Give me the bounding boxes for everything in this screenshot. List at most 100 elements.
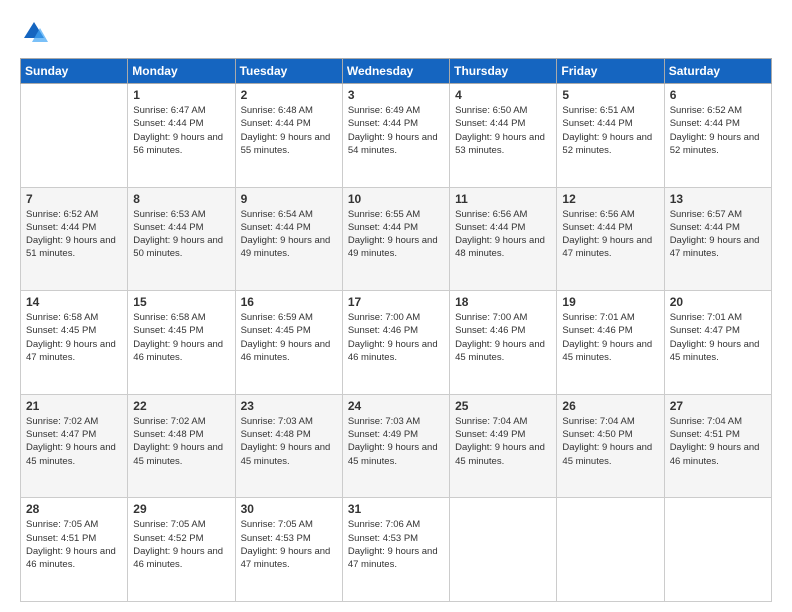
calendar-cell: 4 Sunrise: 6:50 AMSunset: 4:44 PMDaylight…: [450, 84, 557, 188]
day-info: Sunrise: 7:04 AMSunset: 4:49 PMDaylight:…: [455, 416, 545, 467]
day-info: Sunrise: 6:59 AMSunset: 4:45 PMDaylight:…: [241, 312, 331, 363]
day-info: Sunrise: 6:53 AMSunset: 4:44 PMDaylight:…: [133, 209, 223, 260]
calendar-cell: 29 Sunrise: 7:05 AMSunset: 4:52 PMDayligh…: [128, 498, 235, 602]
day-info: Sunrise: 6:52 AMSunset: 4:44 PMDaylight:…: [26, 209, 116, 260]
calendar-cell: 6 Sunrise: 6:52 AMSunset: 4:44 PMDaylight…: [664, 84, 771, 188]
calendar-cell: 25Sunrise: 7:04 AMSunset: 4:49 PMDayligh…: [450, 394, 557, 498]
calendar-cell: 17 Sunrise: 7:00 AMSunset: 4:46 PMDayligh…: [342, 291, 449, 395]
calendar-cell: [450, 498, 557, 602]
day-info: Sunrise: 7:02 AMSunset: 4:48 PMDaylight:…: [133, 416, 223, 467]
week-row-4: 21Sunrise: 7:02 AMSunset: 4:47 PMDayligh…: [21, 394, 772, 498]
day-info: Sunrise: 7:00 AMSunset: 4:46 PMDaylight:…: [348, 312, 438, 363]
calendar-cell: 13 Sunrise: 6:57 AMSunset: 4:44 PMDayligh…: [664, 187, 771, 291]
calendar-cell: 30 Sunrise: 7:05 AMSunset: 4:53 PMDayligh…: [235, 498, 342, 602]
week-row-5: 28Sunrise: 7:05 AMSunset: 4:51 PMDayligh…: [21, 498, 772, 602]
day-number: 3: [348, 88, 444, 102]
day-number: 17: [348, 295, 444, 309]
day-number: 9: [241, 192, 337, 206]
calendar-cell: [664, 498, 771, 602]
day-info: Sunrise: 6:57 AMSunset: 4:44 PMDaylight:…: [670, 209, 760, 260]
calendar-cell: 5 Sunrise: 6:51 AMSunset: 4:44 PMDaylight…: [557, 84, 664, 188]
day-number: 16: [241, 295, 337, 309]
calendar-cell: 24 Sunrise: 7:03 AMSunset: 4:49 PMDayligh…: [342, 394, 449, 498]
day-info: Sunrise: 6:52 AMSunset: 4:44 PMDaylight:…: [670, 105, 760, 156]
calendar-cell: 1 Sunrise: 6:47 AMSunset: 4:44 PMDaylight…: [128, 84, 235, 188]
day-number: 6: [670, 88, 766, 102]
day-number: 27: [670, 399, 766, 413]
calendar-cell: 7 Sunrise: 6:52 AMSunset: 4:44 PMDaylight…: [21, 187, 128, 291]
day-info: Sunrise: 6:56 AMSunset: 4:44 PMDaylight:…: [455, 209, 545, 260]
day-info: Sunrise: 7:04 AMSunset: 4:50 PMDaylight:…: [562, 416, 652, 467]
day-info: Sunrise: 6:55 AMSunset: 4:44 PMDaylight:…: [348, 209, 438, 260]
day-number: 1: [133, 88, 229, 102]
calendar-cell: 11 Sunrise: 6:56 AMSunset: 4:44 PMDayligh…: [450, 187, 557, 291]
day-info: Sunrise: 6:54 AMSunset: 4:44 PMDaylight:…: [241, 209, 331, 260]
calendar-cell: [557, 498, 664, 602]
day-info: Sunrise: 6:58 AMSunset: 4:45 PMDaylight:…: [133, 312, 223, 363]
week-row-2: 7 Sunrise: 6:52 AMSunset: 4:44 PMDaylight…: [21, 187, 772, 291]
day-info: Sunrise: 7:03 AMSunset: 4:48 PMDaylight:…: [241, 416, 331, 467]
calendar-cell: 8Sunrise: 6:53 AMSunset: 4:44 PMDaylight…: [128, 187, 235, 291]
day-number: 26: [562, 399, 658, 413]
calendar-cell: 21Sunrise: 7:02 AMSunset: 4:47 PMDayligh…: [21, 394, 128, 498]
calendar-cell: 14Sunrise: 6:58 AMSunset: 4:45 PMDayligh…: [21, 291, 128, 395]
day-info: Sunrise: 7:00 AMSunset: 4:46 PMDaylight:…: [455, 312, 545, 363]
day-number: 4: [455, 88, 551, 102]
day-number: 23: [241, 399, 337, 413]
calendar-cell: 27 Sunrise: 7:04 AMSunset: 4:51 PMDayligh…: [664, 394, 771, 498]
day-number: 20: [670, 295, 766, 309]
day-number: 5: [562, 88, 658, 102]
day-info: Sunrise: 6:49 AMSunset: 4:44 PMDaylight:…: [348, 105, 438, 156]
day-info: Sunrise: 6:47 AMSunset: 4:44 PMDaylight:…: [133, 105, 223, 156]
calendar-cell: 3 Sunrise: 6:49 AMSunset: 4:44 PMDaylight…: [342, 84, 449, 188]
calendar-cell: 9 Sunrise: 6:54 AMSunset: 4:44 PMDaylight…: [235, 187, 342, 291]
header: [20, 18, 772, 46]
day-info: Sunrise: 7:04 AMSunset: 4:51 PMDaylight:…: [670, 416, 760, 467]
day-info: Sunrise: 6:48 AMSunset: 4:44 PMDaylight:…: [241, 105, 331, 156]
calendar-cell: 20 Sunrise: 7:01 AMSunset: 4:47 PMDayligh…: [664, 291, 771, 395]
day-info: Sunrise: 7:06 AMSunset: 4:53 PMDaylight:…: [348, 519, 438, 570]
day-number: 11: [455, 192, 551, 206]
day-info: Sunrise: 7:05 AMSunset: 4:53 PMDaylight:…: [241, 519, 331, 570]
day-number: 19: [562, 295, 658, 309]
calendar-cell: 2Sunrise: 6:48 AMSunset: 4:44 PMDaylight…: [235, 84, 342, 188]
calendar-cell: 31 Sunrise: 7:06 AMSunset: 4:53 PMDayligh…: [342, 498, 449, 602]
day-number: 10: [348, 192, 444, 206]
weekday-header-sunday: Sunday: [21, 59, 128, 84]
weekday-header-row: SundayMondayTuesdayWednesdayThursdayFrid…: [21, 59, 772, 84]
page: SundayMondayTuesdayWednesdayThursdayFrid…: [0, 0, 792, 612]
day-number: 24: [348, 399, 444, 413]
day-info: Sunrise: 7:01 AMSunset: 4:46 PMDaylight:…: [562, 312, 652, 363]
weekday-header-tuesday: Tuesday: [235, 59, 342, 84]
day-number: 15: [133, 295, 229, 309]
calendar-cell: 26 Sunrise: 7:04 AMSunset: 4:50 PMDayligh…: [557, 394, 664, 498]
day-number: 30: [241, 502, 337, 516]
calendar-table: SundayMondayTuesdayWednesdayThursdayFrid…: [20, 58, 772, 602]
weekday-header-wednesday: Wednesday: [342, 59, 449, 84]
day-info: Sunrise: 7:05 AMSunset: 4:51 PMDaylight:…: [26, 519, 116, 570]
weekday-header-friday: Friday: [557, 59, 664, 84]
calendar-cell: 18Sunrise: 7:00 AMSunset: 4:46 PMDayligh…: [450, 291, 557, 395]
weekday-header-saturday: Saturday: [664, 59, 771, 84]
day-info: Sunrise: 6:51 AMSunset: 4:44 PMDaylight:…: [562, 105, 652, 156]
day-info: Sunrise: 7:05 AMSunset: 4:52 PMDaylight:…: [133, 519, 223, 570]
day-number: 31: [348, 502, 444, 516]
day-info: Sunrise: 6:50 AMSunset: 4:44 PMDaylight:…: [455, 105, 545, 156]
day-info: Sunrise: 6:56 AMSunset: 4:44 PMDaylight:…: [562, 209, 652, 260]
day-info: Sunrise: 7:03 AMSunset: 4:49 PMDaylight:…: [348, 416, 438, 467]
calendar-cell: 16 Sunrise: 6:59 AMSunset: 4:45 PMDayligh…: [235, 291, 342, 395]
logo: [20, 18, 52, 46]
day-number: 29: [133, 502, 229, 516]
day-number: 22: [133, 399, 229, 413]
week-row-3: 14 Sunrise: 6:58 AMSunset: 4:45 PMDayligh…: [21, 291, 772, 395]
weekday-header-monday: Monday: [128, 59, 235, 84]
calendar-cell: 12Sunrise: 6:56 AMSunset: 4:44 PMDayligh…: [557, 187, 664, 291]
day-info: Sunrise: 7:01 AMSunset: 4:47 PMDaylight:…: [670, 312, 760, 363]
calendar-cell: 19 Sunrise: 7:01 AMSunset: 4:46 PMDayligh…: [557, 291, 664, 395]
calendar-cell: 10 Sunrise: 6:55 AMSunset: 4:44 PMDayligh…: [342, 187, 449, 291]
day-number: 13: [670, 192, 766, 206]
day-number: 7: [26, 192, 122, 206]
day-number: 14: [26, 295, 122, 309]
day-info: Sunrise: 7:02 AMSunset: 4:47 PMDaylight:…: [26, 416, 116, 467]
weekday-header-thursday: Thursday: [450, 59, 557, 84]
